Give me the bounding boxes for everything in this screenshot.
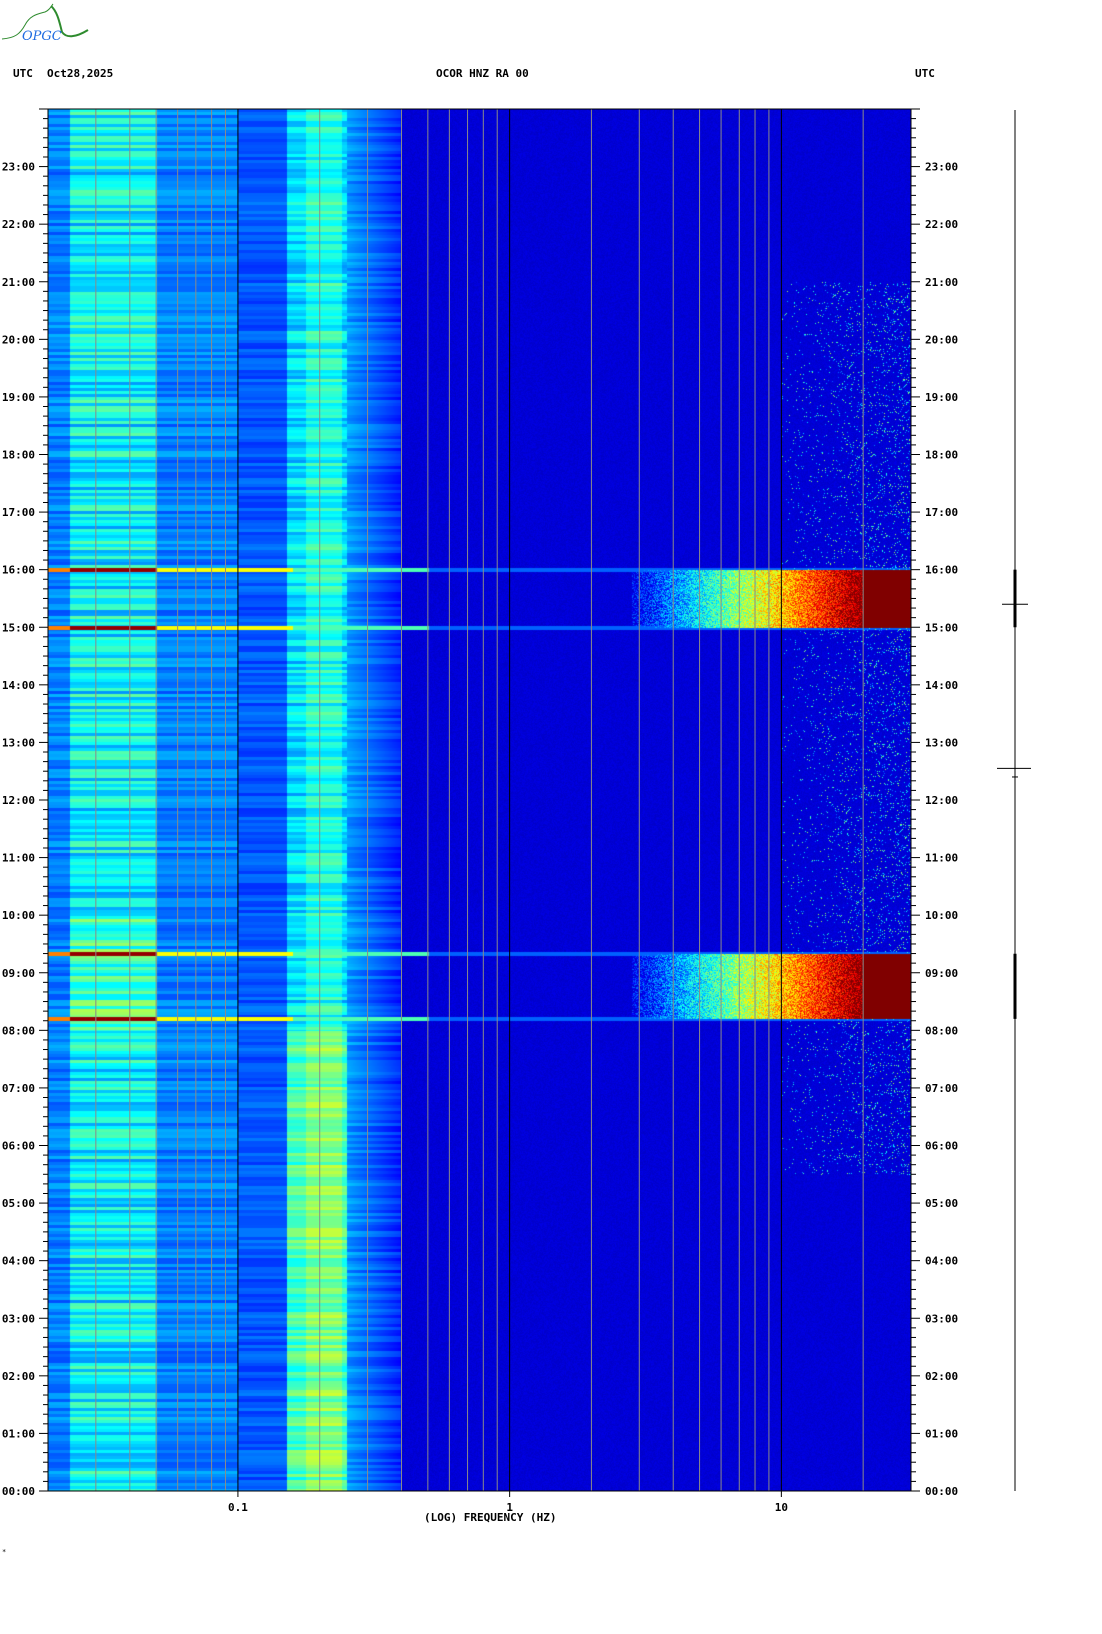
left-time-label: 02:00 <box>2 1370 35 1383</box>
left-time-label: 01:00 <box>2 1427 35 1440</box>
right-time-label: 01:00 <box>925 1427 958 1440</box>
left-time-label: 11:00 <box>2 852 35 865</box>
right-time-label: 09:00 <box>925 967 958 980</box>
left-time-label: 22:00 <box>2 218 35 231</box>
right-time-label: 10:00 <box>925 909 958 922</box>
right-time-label: 13:00 <box>925 736 958 749</box>
left-time-label: 16:00 <box>2 564 35 577</box>
x-tick-label: 10 <box>775 1501 788 1514</box>
right-time-label: 21:00 <box>925 276 958 289</box>
left-time-label: 04:00 <box>2 1255 35 1268</box>
left-time-label: 18:00 <box>2 449 35 462</box>
right-time-label: 06:00 <box>925 1140 958 1153</box>
right-time-label: 02:00 <box>925 1370 958 1383</box>
x-axis-label: (LOG) FREQUENCY (HZ) <box>424 1511 557 1524</box>
right-time-label: 16:00 <box>925 564 958 577</box>
right-time-label: 14:00 <box>925 679 958 692</box>
left-time-label: 15:00 <box>2 621 35 634</box>
right-time-label: 04:00 <box>925 1255 958 1268</box>
right-time-label: 20:00 <box>925 333 958 346</box>
right-time-label: 00:00 <box>925 1485 958 1498</box>
left-time-label: 13:00 <box>2 736 35 749</box>
chart-overlay: 0.1 1 1000:00 00:0001:00 01:0002:00 02:0003:0… <box>2 108 1031 1514</box>
left-time-label: 09:00 <box>2 967 35 980</box>
left-time-label: 21:00 <box>2 276 35 289</box>
left-time-label: 07:00 <box>2 1082 35 1095</box>
right-time-label: 17:00 <box>925 506 958 519</box>
right-time-label: 07:00 <box>925 1082 958 1095</box>
right-time-label: 18:00 <box>925 449 958 462</box>
right-time-label: 22:00 <box>925 218 958 231</box>
right-time-label: 05:00 <box>925 1197 958 1210</box>
right-time-label: 23:00 <box>925 161 958 174</box>
x-tick-label: 0.1 <box>228 1501 248 1514</box>
left-time-label: 00:00 <box>2 1485 35 1498</box>
right-time-label: 15:00 <box>925 621 958 634</box>
right-time-label: 08:00 <box>925 1024 958 1037</box>
right-time-label: 03:00 <box>925 1312 958 1325</box>
right-time-label: 12:00 <box>925 794 958 807</box>
left-time-label: 12:00 <box>2 794 35 807</box>
left-time-label: 03:00 <box>2 1312 35 1325</box>
left-time-label: 23:00 <box>2 161 35 174</box>
left-time-label: 20:00 <box>2 333 35 346</box>
left-time-label: 05:00 <box>2 1197 35 1210</box>
right-time-label: 11:00 <box>925 852 958 865</box>
right-time-label: 19:00 <box>925 391 958 404</box>
footer-mark: * <box>2 1548 7 1556</box>
left-time-label: 08:00 <box>2 1024 35 1037</box>
left-time-label: 10:00 <box>2 909 35 922</box>
left-time-label: 06:00 <box>2 1140 35 1153</box>
left-time-label: 17:00 <box>2 506 35 519</box>
left-time-label: 14:00 <box>2 679 35 692</box>
left-time-label: 19:00 <box>2 391 35 404</box>
